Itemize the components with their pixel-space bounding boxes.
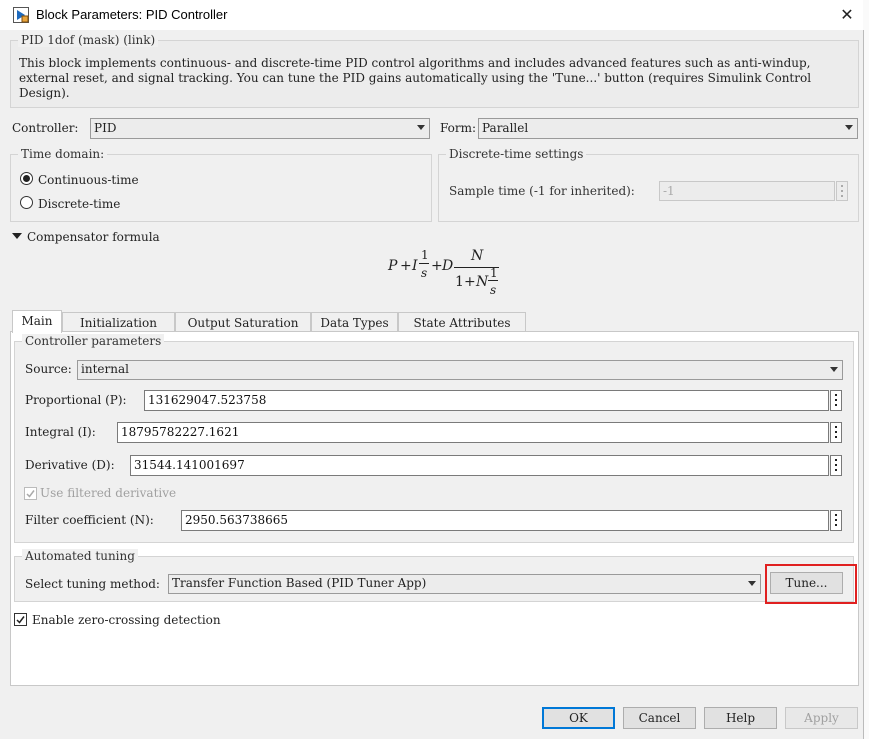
formula-p: P: [388, 258, 398, 274]
formula-s: s: [421, 266, 428, 280]
proportional-more-icon[interactable]: [830, 390, 842, 411]
ok-button[interactable]: OK: [542, 707, 615, 729]
formula-n: N: [471, 248, 484, 264]
filtered-derivative-checkbox[interactable]: [24, 487, 37, 500]
proportional-field[interactable]: 131629047.523758: [144, 390, 829, 411]
tuning-method-label: Select tuning method:: [25, 577, 160, 591]
integral-value: 18795782227.1621: [121, 425, 240, 439]
formula-one: 1: [490, 266, 498, 280]
compensator-formula: P + I 1 s + D N 1 + N 1 s: [388, 248, 508, 300]
derivative-field[interactable]: 31544.141001697: [130, 455, 829, 476]
formula-plus: +: [400, 258, 412, 274]
controller-parameters-title: Controller parameters: [22, 334, 165, 348]
checkmark-icon: [16, 616, 25, 624]
source-value: internal: [81, 362, 129, 376]
filter-coefficient-label: Filter coefficient (N):: [25, 513, 154, 527]
formula-d: D: [442, 258, 454, 274]
apply-button[interactable]: Apply: [785, 707, 858, 729]
form-label: Form:: [440, 121, 477, 135]
filter-coefficient-value: 2950.563738665: [185, 513, 289, 527]
formula-fraction-bar: [419, 263, 429, 264]
tune-button-highlight: [765, 564, 857, 604]
tab-initialization[interactable]: Initialization: [62, 312, 175, 333]
sample-time-more-icon[interactable]: [836, 181, 848, 201]
controller-value: PID: [94, 121, 117, 135]
automated-tuning-title: Automated tuning: [22, 549, 138, 563]
formula-i: I: [412, 258, 418, 274]
proportional-value: 131629047.523758: [148, 393, 267, 407]
source-label: Source:: [25, 362, 72, 376]
formula-plus: +: [464, 274, 476, 290]
formula-one: 1: [421, 248, 429, 262]
tuning-method-value: Transfer Function Based (PID Tuner App): [172, 576, 427, 590]
chevron-down-icon: [830, 367, 838, 372]
discrete-time-label[interactable]: Discrete-time: [38, 197, 120, 211]
formula-s: s: [490, 283, 497, 297]
compensator-label[interactable]: Compensator formula: [27, 230, 160, 244]
formula-den-one: 1: [455, 274, 464, 290]
chevron-down-icon: [417, 125, 425, 130]
controller-select[interactable]: PID: [90, 118, 430, 139]
integral-more-icon[interactable]: [830, 422, 842, 443]
continuous-time-label[interactable]: Continuous-time: [38, 173, 139, 187]
form-value: Parallel: [482, 121, 529, 135]
chevron-down-icon: [845, 125, 853, 130]
mask-description: This block implements continuous- and di…: [19, 56, 812, 100]
formula-plus: +: [431, 258, 443, 274]
close-icon[interactable]: ✕: [838, 6, 856, 24]
window-title: Block Parameters: PID Controller: [36, 7, 228, 22]
form-select[interactable]: Parallel: [478, 118, 858, 139]
mask-header: PID 1dof (mask) (link): [18, 33, 159, 47]
simulink-block-icon: [13, 7, 29, 23]
sample-time-label: Sample time (-1 for inherited):: [449, 184, 635, 198]
filtered-derivative-label: Use filtered derivative: [40, 486, 177, 500]
checkmark-icon: [26, 490, 35, 498]
tab-main[interactable]: Main: [12, 310, 62, 333]
tab-data-types[interactable]: Data Types: [311, 312, 398, 333]
source-select[interactable]: internal: [77, 360, 843, 380]
sample-time-value: -1: [663, 184, 675, 198]
discrete-settings-title: Discrete-time settings: [446, 147, 587, 161]
title-bar: Block Parameters: PID Controller ✕: [0, 0, 869, 30]
help-button[interactable]: Help: [704, 707, 777, 729]
zero-crossing-label[interactable]: Enable zero-crossing detection: [32, 613, 221, 627]
zero-crossing-checkbox[interactable]: [14, 613, 27, 626]
formula-fraction-bar: [488, 280, 498, 281]
time-domain-title: Time domain:: [18, 147, 108, 161]
integral-field[interactable]: 18795782227.1621: [117, 422, 829, 443]
collapse-triangle-icon[interactable]: [12, 233, 22, 239]
tuning-method-select[interactable]: Transfer Function Based (PID Tuner App): [168, 574, 761, 594]
formula-den-n: N: [476, 274, 489, 290]
controller-label: Controller:: [12, 121, 79, 135]
chevron-down-icon: [748, 581, 756, 586]
time-domain-group: [10, 154, 432, 222]
derivative-value: 31544.141001697: [134, 458, 245, 472]
filter-coefficient-field[interactable]: 2950.563738665: [181, 510, 829, 531]
derivative-more-icon[interactable]: [830, 455, 842, 476]
cancel-button[interactable]: Cancel: [623, 707, 696, 729]
integral-label: Integral (I):: [25, 425, 96, 439]
tab-output-saturation[interactable]: Output Saturation: [175, 312, 311, 333]
tab-state-attributes[interactable]: State Attributes: [398, 312, 526, 333]
discrete-time-radio[interactable]: [20, 196, 33, 209]
proportional-label: Proportional (P):: [25, 393, 127, 407]
continuous-time-radio[interactable]: [20, 172, 33, 185]
derivative-label: Derivative (D):: [25, 458, 115, 472]
filter-coefficient-more-icon[interactable]: [830, 510, 842, 531]
sample-time-field[interactable]: -1: [659, 181, 835, 201]
